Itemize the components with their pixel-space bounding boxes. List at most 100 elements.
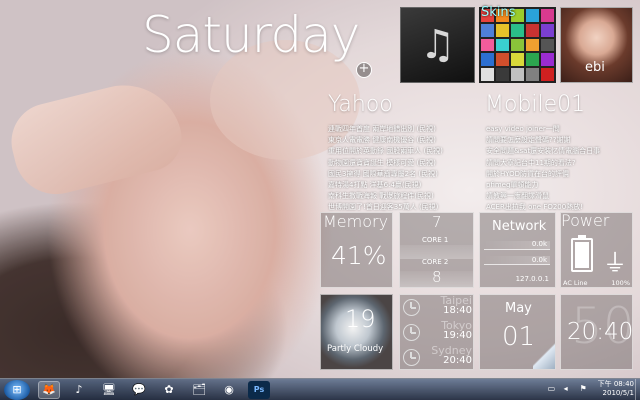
plug-icon: ⏚: [603, 249, 627, 277]
weather-tile[interactable]: 19 Partly Cloudy: [320, 294, 393, 370]
skin-swatch[interactable]: [526, 53, 539, 67]
taskbar-apps: 🦊 ♪ 🖥 💬 ✿ 🗂 ◉ Ps: [30, 380, 270, 399]
skin-swatch[interactable]: [541, 38, 554, 52]
weather-condition: Partly Cloudy: [327, 344, 384, 354]
itunes-icon[interactable]: ♪: [68, 381, 90, 399]
core1-value: 7: [432, 213, 442, 231]
skin-swatch[interactable]: [541, 53, 554, 67]
power-source: AC Line: [563, 279, 588, 287]
page-curl-icon: [533, 343, 555, 369]
power-tile[interactable]: Power ⏚ AC Line 100%: [560, 212, 633, 288]
tray-date: 2010/5/1: [602, 389, 634, 397]
memory-value: 41%: [331, 241, 387, 270]
clock-icon: [403, 324, 420, 341]
skin-swatch[interactable]: [526, 9, 539, 22]
skin-swatch[interactable]: [511, 23, 524, 37]
feed-item[interactable]: 請問大寧記台中11期的看法?: [486, 158, 600, 169]
media-icon[interactable]: ◉: [218, 381, 240, 399]
city-time: 19:40: [443, 330, 472, 341]
skin-swatch[interactable]: [481, 68, 494, 81]
power-title: Power: [561, 212, 610, 230]
add-widget-button[interactable]: +: [356, 62, 372, 78]
network-up: 0.0k: [531, 256, 547, 264]
date-tile[interactable]: May 01: [479, 294, 556, 370]
network-title: Network: [492, 219, 547, 234]
feed-item[interactable]: 請教興一應翻譯滑鼠: [486, 191, 600, 202]
day-name: Saturday: [142, 6, 360, 64]
skin-swatch[interactable]: [511, 68, 524, 81]
feed-title-mobile01[interactable]: Mobile01: [485, 92, 585, 117]
time-value: 20:40: [567, 319, 633, 345]
skin-swatch[interactable]: [526, 38, 539, 52]
date-day: 01: [502, 322, 536, 352]
memory-title: Memory: [323, 212, 389, 231]
date-month: May: [505, 301, 532, 316]
skin-swatch[interactable]: [481, 38, 494, 52]
skin-swatch[interactable]: [496, 53, 509, 67]
feed-item[interactable]: 安全問題&sat還安裝忆情電腦合日事: [486, 146, 600, 157]
core1-label: CORE 1: [422, 236, 449, 244]
feed-item[interactable]: 重用位開於英動錄 國股兩車人 (民視): [328, 146, 443, 157]
feed-item[interactable]: 東京人電電勝 健康南機優谷 (民視): [328, 135, 443, 146]
skin-swatch[interactable]: [496, 23, 509, 37]
system-tray: ▭ ◂ ⚑ 下午 08:40 2010/5/1: [544, 380, 634, 398]
feed-item[interactable]: 動物園還寶寶誕生 模樣可愛 (民視): [328, 158, 443, 169]
taskbar: ⊞ 🦊 ♪ 🖥 💬 ✿ 🗂 ◉ Ps ▭ ◂ ⚑ 下午 08:40 2010/5/1: [0, 378, 640, 400]
world-clock-row: Tokyo 19:40: [400, 319, 473, 345]
firefox-icon[interactable]: 🦊: [38, 380, 60, 399]
memory-tile[interactable]: Memory 41%: [320, 212, 393, 288]
feed-title-yahoo[interactable]: Yahoo: [328, 92, 393, 117]
skin-swatch[interactable]: [481, 23, 494, 37]
skin-swatch[interactable]: [511, 38, 524, 52]
battery-icon: [571, 235, 593, 272]
feed-item[interactable]: 開於HYOD防貨在台的評價: [486, 169, 600, 180]
world-clock-row: Taipei 18:40: [400, 295, 473, 320]
skin-swatch[interactable]: [541, 23, 554, 37]
time-tile[interactable]: 50 20:40: [560, 294, 633, 370]
feed-item[interactable]: 南科生撒戰海報 戰爆旅程件(民視): [328, 191, 443, 202]
network-tray-icon[interactable]: ▭: [548, 384, 560, 394]
explorer-icon[interactable]: 🗂: [188, 381, 210, 399]
tray-clock[interactable]: 下午 08:40 2010/5/1: [598, 380, 634, 398]
skin-swatch[interactable]: [541, 68, 554, 81]
music-tile[interactable]: ♫: [400, 7, 475, 83]
core2-label: CORE 2: [422, 258, 449, 266]
core2-value: 8: [432, 268, 442, 286]
city-time: 20:40: [443, 355, 472, 366]
skin-swatch[interactable]: [541, 9, 554, 22]
battery-fill: [575, 242, 589, 268]
flag-tray-icon[interactable]: ⚑: [580, 384, 592, 394]
feed-item[interactable]: pfimeg單頓能力: [486, 180, 600, 191]
picasa-icon[interactable]: ✿: [158, 381, 180, 399]
skin-swatch[interactable]: [526, 23, 539, 37]
feed-item[interactable]: easy video joiner一問: [486, 124, 600, 135]
skin-swatch[interactable]: [496, 68, 509, 81]
show-desktop-button[interactable]: [635, 379, 640, 400]
photo-caption: ebi: [585, 60, 605, 75]
skin-swatch[interactable]: [511, 53, 524, 67]
network-tile[interactable]: Network 0.0k 0.0k 127.0.0.1: [479, 212, 556, 288]
feed-item[interactable]: 請問要怎麼設定聲碼??謝謝: [486, 135, 600, 146]
cpu-tile[interactable]: 7 CORE 1 CORE 2 8: [399, 212, 474, 288]
world-clock-row: Sydney 20:40: [400, 344, 473, 369]
tray-time: 下午 08:40: [597, 380, 634, 388]
world-clock-tile[interactable]: Taipei 18:40 Tokyo 19:40 Sydney 20:40: [399, 294, 474, 370]
skin-swatch[interactable]: [526, 68, 539, 81]
skins-label: Skins: [481, 5, 516, 20]
messenger-icon[interactable]: 💬: [128, 381, 150, 399]
feed-list-yahoo: 連戰四年首度 兩岸地錯出別 (民視) 東京人電電勝 健康南機優谷 (民視) 重用…: [328, 124, 443, 214]
core1-graph: [400, 245, 473, 259]
photoshop-icon[interactable]: Ps: [248, 380, 270, 399]
feed-item[interactable]: 嘉特湯4打點 洋基6:4贏(民視): [328, 180, 443, 191]
feed-item[interactable]: 連戰四年首度 兩岸地錯出別 (民視): [328, 124, 443, 135]
feed-list-mobile01: easy video joiner一問 請問要怎麼設定聲碼??謝謝 安全問題&s…: [486, 124, 600, 214]
skin-swatch[interactable]: [481, 53, 494, 67]
clock-icon: [403, 299, 420, 316]
music-note-icon: ♫: [419, 22, 456, 68]
windows-logo-icon[interactable]: ⊞: [4, 379, 30, 400]
feed-item[interactable]: 國民3擁得 國際華裔專屬2名 (民視): [328, 169, 443, 180]
network-down: 0.0k: [531, 240, 547, 248]
volume-tray-icon[interactable]: ◂: [564, 384, 576, 394]
skin-swatch[interactable]: [496, 38, 509, 52]
computer-icon[interactable]: 🖥: [98, 381, 120, 399]
